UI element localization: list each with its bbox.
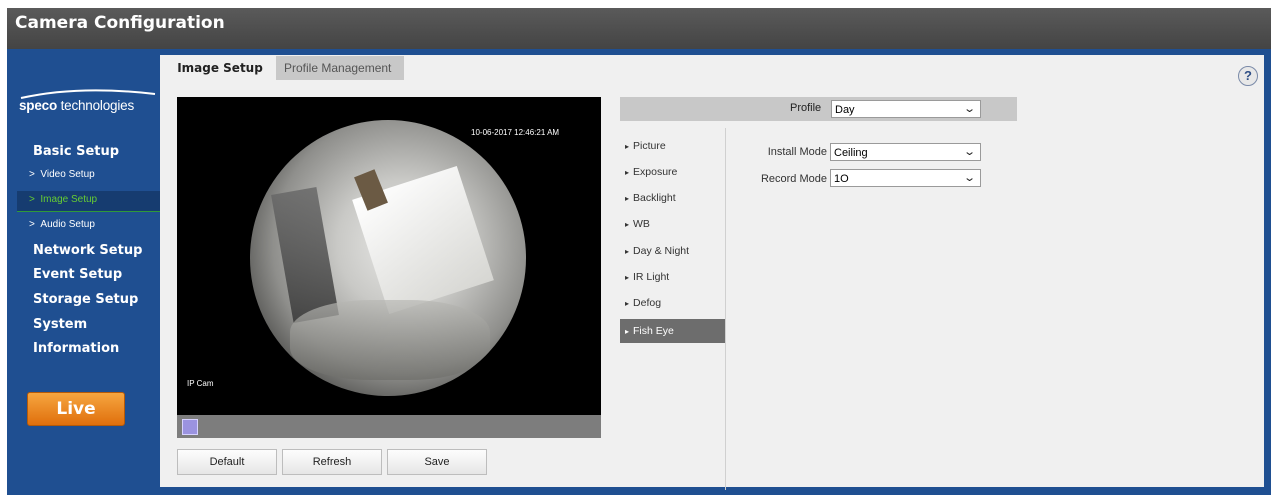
chevron-down-icon: ⌄ bbox=[962, 103, 976, 115]
menu-item-label: Fish Eye bbox=[633, 325, 674, 337]
chevron-down-icon: ⌄ bbox=[962, 172, 976, 184]
menu-item-label: Picture bbox=[633, 140, 666, 152]
nav-system[interactable]: System bbox=[33, 317, 87, 332]
nav-image-setup-label: Image Setup bbox=[40, 194, 98, 205]
nav-video-setup-label: Video Setup bbox=[40, 169, 95, 180]
record-mode-select[interactable]: 1O ⌄ bbox=[830, 169, 981, 187]
live-button[interactable]: Live bbox=[27, 392, 125, 426]
nav-information[interactable]: Information bbox=[33, 341, 119, 356]
menu-item-label: Exposure bbox=[633, 166, 678, 178]
chevron-down-icon: ⌄ bbox=[962, 146, 976, 158]
menu-item-label: WB bbox=[633, 218, 650, 230]
default-button[interactable]: Default bbox=[177, 449, 277, 475]
menu-item-fish-eye[interactable]: ▸ Fish Eye bbox=[620, 319, 725, 343]
arrow-right-icon: ▸ bbox=[625, 273, 630, 282]
nav-storage-setup[interactable]: Storage Setup bbox=[33, 292, 138, 307]
menu-item-picture[interactable]: ▸ Picture bbox=[620, 134, 725, 158]
speco-logo: speco technologies bbox=[17, 89, 159, 115]
install-mode-select[interactable]: Ceiling ⌄ bbox=[830, 143, 981, 161]
menu-item-label: Day & Night bbox=[633, 245, 690, 257]
arrow-right-icon: ▸ bbox=[625, 168, 630, 177]
install-mode-label: Install Mode bbox=[767, 146, 827, 158]
video-toolbar bbox=[177, 415, 601, 438]
window-title: Camera Configuration bbox=[15, 13, 225, 33]
fisheye-image bbox=[250, 120, 526, 396]
nav-event-setup[interactable]: Event Setup bbox=[33, 267, 122, 282]
record-mode-value: 1O bbox=[834, 173, 849, 185]
chevron-right-icon: > bbox=[29, 169, 35, 180]
profile-value: Day bbox=[835, 104, 855, 116]
menu-item-exposure[interactable]: ▸ Exposure bbox=[620, 160, 725, 184]
profile-select[interactable]: Day ⌄ bbox=[831, 100, 981, 118]
menu-item-day-night[interactable]: ▸ Day & Night bbox=[620, 239, 725, 263]
menu-item-wb[interactable]: ▸ WB bbox=[620, 212, 725, 236]
nav-audio-setup[interactable]: > Audio Setup bbox=[29, 219, 95, 230]
menu-item-ir-light[interactable]: ▸ IR Light bbox=[620, 265, 725, 289]
sidebar: speco technologies Basic Setup > Video S… bbox=[7, 49, 167, 495]
profile-bar: Profile Day ⌄ bbox=[620, 97, 1017, 121]
install-mode-value: Ceiling bbox=[834, 147, 868, 159]
osd-timestamp: 10-06-2017 12:46:21 AM bbox=[471, 128, 560, 137]
menu-item-label: Backlight bbox=[633, 192, 676, 204]
menu-item-defog[interactable]: ▸ Defog bbox=[620, 291, 725, 315]
osd-channel-name: IP Cam bbox=[187, 379, 214, 388]
refresh-button[interactable]: Refresh bbox=[282, 449, 382, 475]
record-mode-label: Record Mode bbox=[760, 173, 827, 185]
arrow-right-icon: ▸ bbox=[625, 247, 630, 256]
save-button[interactable]: Save bbox=[387, 449, 487, 475]
help-icon[interactable]: ? bbox=[1238, 66, 1258, 86]
nav-network-setup[interactable]: Network Setup bbox=[33, 243, 142, 258]
arrow-right-icon: ▸ bbox=[625, 194, 630, 203]
profile-label: Profile bbox=[790, 102, 822, 114]
menu-item-label: Defog bbox=[633, 297, 662, 309]
nav-video-setup[interactable]: > Video Setup bbox=[29, 169, 95, 180]
menu-item-label: IR Light bbox=[633, 271, 670, 283]
chevron-right-icon: > bbox=[29, 194, 35, 205]
fullscreen-icon[interactable] bbox=[182, 419, 198, 435]
title-bar: Camera Configuration bbox=[7, 8, 1271, 49]
logo-bold-text: speco bbox=[19, 98, 58, 113]
nav-basic-setup[interactable]: Basic Setup bbox=[33, 144, 119, 159]
arrow-right-icon: ▸ bbox=[625, 220, 630, 229]
nav-audio-setup-label: Audio Setup bbox=[40, 219, 95, 230]
arrow-right-icon: ▸ bbox=[625, 299, 630, 308]
tab-profile-management[interactable]: Profile Management bbox=[276, 56, 404, 80]
tab-image-setup[interactable]: Image Setup bbox=[168, 56, 272, 80]
arrow-right-icon: ▸ bbox=[625, 142, 630, 151]
menu-item-backlight[interactable]: ▸ Backlight bbox=[620, 186, 725, 210]
logo-rest-text: technologies bbox=[57, 98, 135, 113]
chevron-right-icon: > bbox=[29, 219, 35, 230]
nav-image-setup[interactable]: > Image Setup bbox=[29, 194, 97, 205]
menu-divider bbox=[725, 128, 726, 490]
video-preview: 10-06-2017 12:46:21 AM IP Cam bbox=[177, 97, 601, 415]
arrow-right-icon: ▸ bbox=[625, 327, 630, 336]
